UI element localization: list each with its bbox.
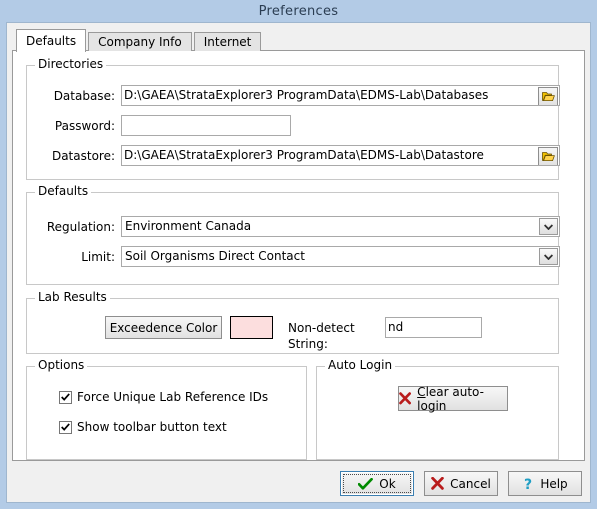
red-x-icon: [431, 477, 444, 490]
check-icon: [61, 423, 70, 431]
directories-group: Directories Database: D:\GAEA\StrataExpl…: [26, 58, 560, 180]
clear-auto-login-rest: lear auto-login: [417, 384, 484, 413]
option-force-unique-lab-reference-ids[interactable]: Force Unique Lab Reference IDs: [59, 390, 268, 404]
cancel-button[interactable]: Cancel: [424, 471, 498, 496]
option-show-toolbar-button-text-label: Show toolbar button text: [77, 420, 227, 434]
directories-group-title: Directories: [35, 58, 107, 70]
options-group-title: Options: [35, 359, 88, 371]
checkbox-show-toolbar-button-text[interactable]: [59, 420, 72, 434]
preferences-dialog-window: Preferences Defaults Company Info Intern…: [0, 0, 597, 509]
regulation-select[interactable]: Environment Canada: [121, 216, 560, 237]
clear-auto-login-button-label: Clear auto-login: [417, 385, 507, 413]
lab-results-group-title: Lab Results: [35, 291, 110, 303]
folder-open-icon: [541, 152, 555, 161]
nondetect-string-label: Non-detect String:: [288, 321, 355, 351]
tab-defaults-label: Defaults: [26, 34, 77, 48]
tab-page-defaults: Directories Database: D:\GAEA\StrataExpl…: [12, 50, 585, 461]
cancel-button-label: Cancel: [450, 476, 491, 491]
tab-internet-label: Internet: [203, 35, 252, 49]
chevron-down-icon: [544, 223, 553, 230]
regulation-dropdown-arrow[interactable]: [539, 218, 558, 235]
ok-button-focus-ring: [343, 474, 411, 493]
datastore-label: Datastore:: [51, 149, 115, 163]
tab-internet[interactable]: Internet: [193, 32, 262, 51]
regulation-value: Environment Canada: [125, 219, 252, 233]
clear-auto-login-button[interactable]: Clear auto-login: [398, 385, 508, 413]
regulation-label: Regulation:: [46, 220, 115, 234]
tab-defaults[interactable]: Defaults: [16, 29, 87, 52]
limit-dropdown-arrow[interactable]: [539, 248, 558, 265]
datastore-browse-button[interactable]: [538, 147, 558, 165]
dialog-client-area: Defaults Company Info Internet Directori…: [6, 22, 591, 503]
database-browse-button[interactable]: [538, 87, 558, 105]
tab-company-info-label: Company Info: [98, 35, 182, 49]
ok-button-label: Ok: [379, 476, 396, 491]
database-path-input[interactable]: D:\GAEA\StrataExplorer3 ProgramData\EDMS…: [121, 85, 560, 106]
password-input[interactable]: [121, 115, 291, 136]
password-label: Password:: [54, 119, 115, 133]
svg-text:?: ?: [524, 477, 532, 491]
limit-label: Limit:: [81, 250, 115, 264]
exceedence-color-button-label: Exceedence Color: [109, 320, 218, 335]
chevron-down-icon: [544, 253, 553, 260]
window-titlebar: Preferences: [0, 0, 597, 22]
defaults-group-title: Defaults: [35, 185, 92, 197]
clear-auto-login-accel: C: [417, 384, 426, 399]
red-x-icon: [399, 392, 411, 405]
exceedence-color-swatch[interactable]: [230, 316, 273, 339]
datastore-path-value: D:\GAEA\StrataExplorer3 ProgramData\EDMS…: [124, 148, 484, 162]
help-button[interactable]: ? Help: [508, 471, 582, 496]
limit-value: Soil Organisms Direct Contact: [125, 249, 305, 263]
help-button-label: Help: [540, 476, 568, 491]
option-show-toolbar-button-text[interactable]: Show toolbar button text: [59, 420, 227, 434]
auto-login-group: Auto Login Clear auto-login: [316, 359, 559, 460]
folder-open-icon: [541, 92, 555, 101]
defaults-group: Defaults Regulation: Environment Canada …: [26, 185, 560, 285]
green-check-icon: [358, 477, 374, 490]
window-title: Preferences: [258, 3, 339, 19]
ok-button[interactable]: Ok: [340, 471, 414, 496]
database-path-value: D:\GAEA\StrataExplorer3 ProgramData\EDMS…: [124, 88, 489, 102]
option-force-unique-lab-reference-ids-label: Force Unique Lab Reference IDs: [77, 390, 269, 404]
nondetect-string-input[interactable]: nd: [385, 317, 482, 338]
limit-select[interactable]: Soil Organisms Direct Contact: [121, 246, 560, 267]
dialog-button-bar: Ok Cancel ? Help: [12, 466, 585, 498]
auto-login-group-title: Auto Login: [325, 359, 396, 371]
database-label: Database:: [53, 89, 115, 103]
preferences-tab-control: Defaults Company Info Internet Directori…: [12, 29, 585, 461]
tab-company-info[interactable]: Company Info: [88, 32, 192, 51]
question-mark-icon: ?: [524, 477, 532, 491]
exceedence-color-button[interactable]: Exceedence Color: [105, 316, 222, 339]
options-group: Options Force Unique Lab Reference IDs S…: [26, 359, 307, 460]
checkbox-force-unique-lab-reference-ids[interactable]: [59, 390, 72, 404]
nondetect-string-value: nd: [388, 320, 404, 334]
datastore-path-input[interactable]: D:\GAEA\StrataExplorer3 ProgramData\EDMS…: [121, 145, 560, 166]
check-icon: [61, 393, 70, 401]
tab-strip: Defaults Company Info Internet: [12, 29, 585, 52]
lab-results-group: Lab Results Exceedence Color Non-detect …: [26, 291, 559, 354]
